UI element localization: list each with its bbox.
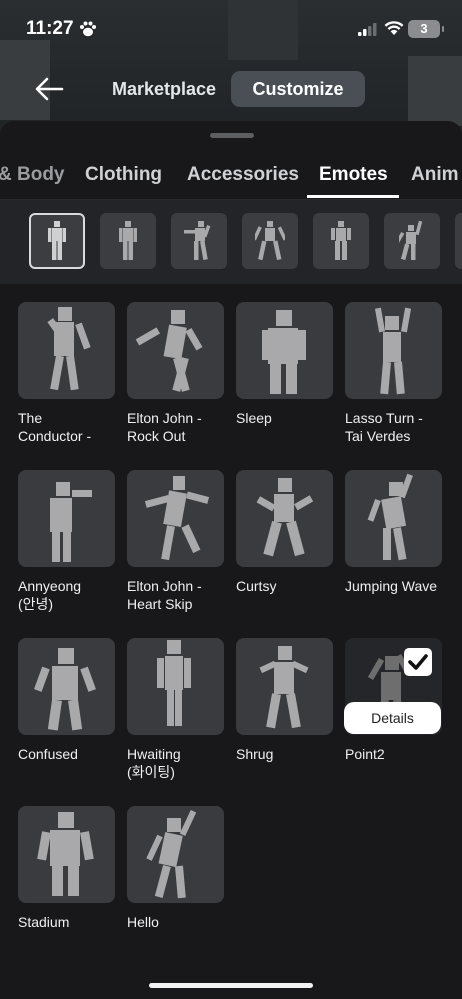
emote-card[interactable]: Shrug — [236, 638, 333, 788]
emote-slot-5[interactable] — [313, 213, 369, 269]
tab-marketplace[interactable]: Marketplace — [99, 71, 229, 107]
emote-thumbnail[interactable] — [18, 302, 115, 399]
avatar-pose-icon — [50, 482, 92, 562]
emote-thumbnail[interactable] — [236, 302, 333, 399]
avatar-figure-icon — [399, 221, 423, 261]
emote-thumbnail[interactable] — [345, 470, 442, 567]
emote-thumbnail[interactable] — [236, 638, 333, 735]
emote-thumbnail[interactable] — [127, 638, 224, 735]
emote-card[interactable]: Elton John - Heart Skip — [127, 470, 224, 620]
emote-slot-bar — [0, 200, 462, 284]
emote-name: Sleep — [236, 410, 272, 426]
battery-level: 3 — [420, 21, 428, 36]
checkmark-icon[interactable] — [404, 648, 432, 676]
avatar-pose-icon — [34, 648, 96, 731]
battery-icon: 3 — [408, 20, 444, 38]
avatar-figure-icon — [331, 221, 351, 260]
paw-icon — [80, 21, 96, 37]
emote-thumbnail[interactable] — [127, 302, 224, 399]
emote-thumbnail[interactable] — [127, 806, 224, 903]
emote-name: Hwaiting (화이팅) — [127, 746, 181, 780]
details-button[interactable]: Details — [344, 702, 441, 734]
avatar-pose-icon — [47, 307, 91, 391]
emote-name: Elton John - Rock Out — [127, 410, 202, 444]
emote-slot-3[interactable] — [171, 213, 227, 269]
tab-customize[interactable]: Customize — [231, 71, 365, 107]
emote-name: The Conductor - — [18, 410, 92, 444]
avatar-figure-icon — [119, 221, 137, 260]
avatar-pose-icon — [256, 478, 314, 557]
avatar-pose-icon — [135, 310, 203, 392]
emote-name: Elton John - Heart Skip — [127, 578, 202, 612]
avatar-pose-icon — [157, 640, 191, 726]
emote-card[interactable]: Lasso Turn - Tai Verdes — [345, 302, 442, 452]
emote-slot-4[interactable] — [242, 213, 298, 269]
emote-card[interactable]: Hwaiting (화이팅) — [127, 638, 224, 788]
avatar-figure-icon — [255, 221, 285, 261]
emote-card[interactable]: Stadium — [18, 806, 115, 956]
tab-accessories[interactable]: Accessories — [187, 164, 299, 186]
emote-slot-7[interactable] — [455, 213, 462, 269]
emote-name: Lasso Turn - Tai Verdes — [345, 410, 423, 444]
back-arrow-icon[interactable] — [34, 76, 64, 102]
home-indicator — [149, 983, 313, 988]
status-time: 11:27 — [26, 18, 74, 39]
emote-thumbnail[interactable] — [18, 806, 115, 903]
avatar-pose-icon — [374, 307, 412, 395]
emote-card[interactable]: Annyeong (안녕) — [18, 470, 115, 620]
emote-card[interactable]: Curtsy — [236, 470, 333, 620]
avatar-pose-icon — [146, 809, 197, 899]
emote-name: Shrug — [236, 746, 274, 762]
emote-slot-2[interactable] — [100, 213, 156, 269]
emote-name: Point2 — [345, 746, 385, 762]
category-tabs: & Body Clothing Accessories Emotes Anim — [0, 150, 462, 200]
emote-slot-1[interactable] — [29, 213, 85, 269]
status-bar: 11:27 3 — [0, 0, 462, 58]
mode-switch: Marketplace Customize — [95, 71, 365, 107]
emote-thumbnail[interactable] — [345, 302, 442, 399]
emote-card[interactable]: Elton John - Rock Out — [127, 302, 224, 452]
emote-thumbnail[interactable] — [18, 470, 115, 567]
avatar-pose-icon — [144, 476, 210, 561]
emote-name: Confused — [18, 746, 78, 762]
wifi-icon — [384, 21, 404, 35]
avatar-pose-icon — [262, 310, 306, 394]
emote-name: Stadium — [18, 914, 70, 930]
avatar-figure-icon — [184, 221, 211, 261]
tab-clothing[interactable]: Clothing — [85, 164, 162, 186]
tab-emotes[interactable]: Emotes — [319, 164, 388, 186]
emote-name: Curtsy — [236, 578, 277, 594]
signal-icon — [358, 23, 377, 36]
emote-thumbnail[interactable] — [18, 638, 115, 735]
avatar-pose-icon — [367, 473, 413, 561]
active-tab-indicator — [307, 195, 399, 198]
avatar-pose-icon — [259, 646, 309, 729]
emote-thumbnail[interactable] — [127, 470, 224, 567]
emote-card[interactable]: Confused — [18, 638, 115, 788]
emote-name: Jumping Wave — [345, 578, 438, 594]
emote-card[interactable]: Jumping Wave — [345, 470, 442, 620]
emote-name: Annyeong (안녕) — [18, 578, 82, 612]
avatar-figure-icon — [48, 221, 66, 260]
emote-card[interactable]: Hello — [127, 806, 224, 956]
tab-animations[interactable]: Anim — [411, 164, 459, 186]
sheet-drag-handle[interactable] — [210, 133, 254, 138]
emote-thumbnail[interactable] — [236, 470, 333, 567]
emote-card[interactable]: Sleep — [236, 302, 333, 452]
emote-slot-6[interactable] — [384, 213, 440, 269]
tab-body[interactable]: & Body — [0, 164, 65, 186]
emote-card[interactable]: The Conductor - — [18, 302, 115, 452]
emote-name: Hello — [127, 914, 159, 930]
avatar-pose-icon — [37, 812, 94, 896]
